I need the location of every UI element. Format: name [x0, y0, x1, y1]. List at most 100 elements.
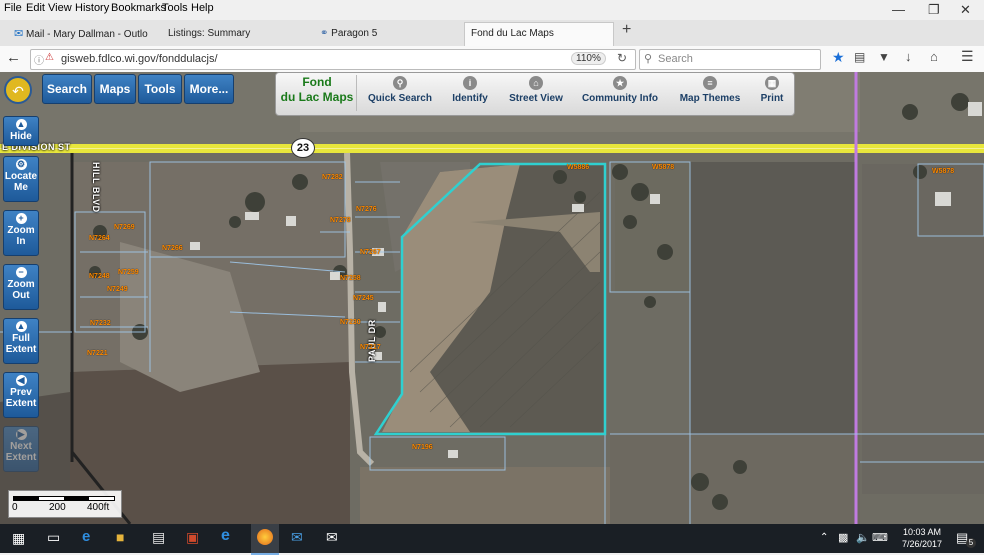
parcel-label: N7248: [89, 273, 110, 280]
mail-icon: ✉: [14, 28, 24, 40]
show-hidden-icons[interactable]: ⌃: [820, 532, 828, 543]
parcel-label: W5878: [652, 164, 675, 171]
menu-tools[interactable]: Tools: [162, 2, 188, 14]
tool-label: Identify: [452, 93, 488, 104]
edge-icon[interactable]: e: [82, 528, 90, 545]
restore-icon[interactable]: ❐: [928, 2, 940, 18]
btn-label: Zoom: [7, 279, 35, 290]
menu-bar: File Edit View History Bookmarks Tools H…: [0, 0, 984, 20]
community-info-tool[interactable]: ★ Community Info: [578, 76, 662, 112]
windows-start-icon[interactable]: ▦: [12, 530, 25, 547]
menu-help[interactable]: Help: [191, 2, 214, 14]
map-canvas[interactable]: 23 E DIVISION ST HILL BLVD PAUL DR N7282…: [0, 72, 984, 524]
parcel-label: N7232: [90, 320, 111, 327]
identify-tool[interactable]: i Identify: [444, 76, 496, 112]
btn-label: Hide: [10, 131, 32, 142]
map-themes-tool[interactable]: ≡ Map Themes: [674, 76, 746, 112]
tools-button[interactable]: Tools: [138, 74, 182, 104]
quick-search-tool[interactable]: ⚲ Quick Search: [364, 76, 436, 112]
paragon-icon: ⚭: [320, 28, 329, 39]
locate-me-button[interactable]: ⚙ Locate Me: [3, 156, 39, 202]
office-icon[interactable]: ▣: [186, 529, 199, 546]
close-window-icon[interactable]: ✕: [960, 2, 971, 18]
parcel-label: N7217: [360, 344, 381, 351]
tab-mail[interactable]: ✉ Mail - Mary Dallman - Outlo: [14, 23, 162, 45]
hide-button[interactable]: ▲ Hide: [3, 116, 39, 146]
menu-view[interactable]: View: [48, 2, 72, 14]
firefox-taskbar-item[interactable]: [251, 524, 279, 555]
tool-label: Map Themes: [679, 93, 741, 104]
list-icon: ≡: [703, 76, 717, 90]
parcel-label: N7221: [87, 350, 108, 357]
magnifier-icon: ⚲: [393, 76, 407, 90]
parcel-label: N7276: [356, 206, 377, 213]
btn-label: Extent: [5, 398, 37, 409]
parcel-label: N7278: [330, 217, 351, 224]
mail-app-icon[interactable]: ✉: [326, 529, 338, 546]
tab-label: Listings: Summary: [168, 28, 251, 39]
tab-fond-du-lac-maps[interactable]: Fond du Lac Maps: [464, 22, 614, 46]
outlook-icon[interactable]: ✉: [291, 529, 303, 546]
search-field[interactable]: ⚲ Search: [639, 49, 821, 70]
keyboard-icon[interactable]: ⌨: [872, 531, 888, 544]
menu-file[interactable]: File: [4, 2, 22, 14]
parcel-label: N7259: [118, 269, 139, 276]
zoom-level[interactable]: 110%: [571, 52, 606, 65]
info-icon[interactable]: ⓘ: [34, 52, 44, 67]
chevron-up-icon: ▲: [15, 119, 27, 130]
map-menu-toggle-icon[interactable]: ↶: [4, 76, 32, 104]
back-icon[interactable]: ←: [6, 49, 21, 66]
parcel-label: N7264: [89, 235, 110, 242]
pocket-icon[interactable]: ▼: [878, 50, 890, 64]
menu-history[interactable]: History: [75, 2, 109, 14]
internet-explorer-icon[interactable]: e: [221, 527, 230, 545]
download-icon[interactable]: ↓: [905, 49, 912, 64]
menu-edit[interactable]: Edit: [26, 2, 45, 14]
btn-label: Extent: [5, 344, 37, 355]
btn-label: Zoom: [7, 225, 35, 236]
store-icon[interactable]: ▤: [152, 529, 165, 546]
full-extent-button[interactable]: ▲ Full Extent: [3, 318, 39, 364]
clock-date[interactable]: 7/26/2017: [897, 539, 947, 549]
volume-icon[interactable]: 🔈: [856, 531, 870, 544]
menu-bookmarks[interactable]: Bookmarks: [111, 2, 166, 14]
network-icon[interactable]: ▩: [838, 531, 848, 544]
parcel-label: N7266: [162, 245, 183, 252]
search-button[interactable]: Search: [42, 74, 92, 104]
hamburger-menu-icon[interactable]: ☰: [961, 48, 974, 65]
app-title-line2: du Lac Maps: [280, 90, 354, 104]
street-view-tool[interactable]: ⌂ Street View: [504, 76, 568, 112]
parcel-label: N7249: [107, 286, 128, 293]
parcel-label: N7282: [322, 174, 343, 181]
bookmark-star-icon[interactable]: ★: [832, 49, 845, 66]
next-extent-button[interactable]: ▶ Next Extent: [3, 426, 39, 472]
parcel-label: N7267: [360, 249, 381, 256]
notification-count: 5: [966, 538, 976, 548]
map-toolbar: Fond du Lac Maps ⚲ Quick Search i Identi…: [275, 72, 795, 116]
zoom-in-button[interactable]: + Zoom In: [3, 210, 39, 256]
tab-listings[interactable]: Listings: Summary: [168, 23, 302, 45]
more-button[interactable]: More...: [184, 74, 234, 104]
btn-label: Out: [12, 290, 30, 301]
tool-label: Street View: [509, 93, 563, 104]
maps-button[interactable]: Maps: [94, 74, 136, 104]
reload-icon[interactable]: ↻: [617, 51, 627, 65]
task-view-icon[interactable]: ▭: [47, 529, 60, 546]
prev-extent-button[interactable]: ◀ Prev Extent: [3, 372, 39, 418]
home-icon[interactable]: ⌂: [930, 49, 938, 64]
house-icon: ⌂: [529, 76, 543, 90]
print-tool[interactable]: ▦ Print: [754, 76, 790, 112]
reading-list-icon[interactable]: ▤: [854, 50, 865, 64]
zoom-out-button[interactable]: − Zoom Out: [3, 264, 39, 310]
btn-label: Prev: [10, 387, 32, 398]
url-text: gisweb.fdlco.wi.gov/fonddulacjs/: [61, 53, 218, 65]
file-explorer-icon[interactable]: ■: [116, 529, 124, 545]
url-bar[interactable]: ⓘ ⚠ gisweb.fdlco.wi.gov/fonddulacjs/ 110…: [30, 49, 636, 70]
parcel-label: W5878: [932, 168, 955, 175]
tab-paragon[interactable]: ⚭ Paragon 5: [320, 23, 454, 45]
minimize-icon[interactable]: —: [892, 2, 905, 17]
new-tab-icon[interactable]: +: [622, 21, 631, 39]
info-icon: i: [463, 76, 477, 90]
clock-time[interactable]: 10:03 AM: [897, 527, 947, 537]
chevron-right-icon: ▶: [15, 429, 27, 440]
